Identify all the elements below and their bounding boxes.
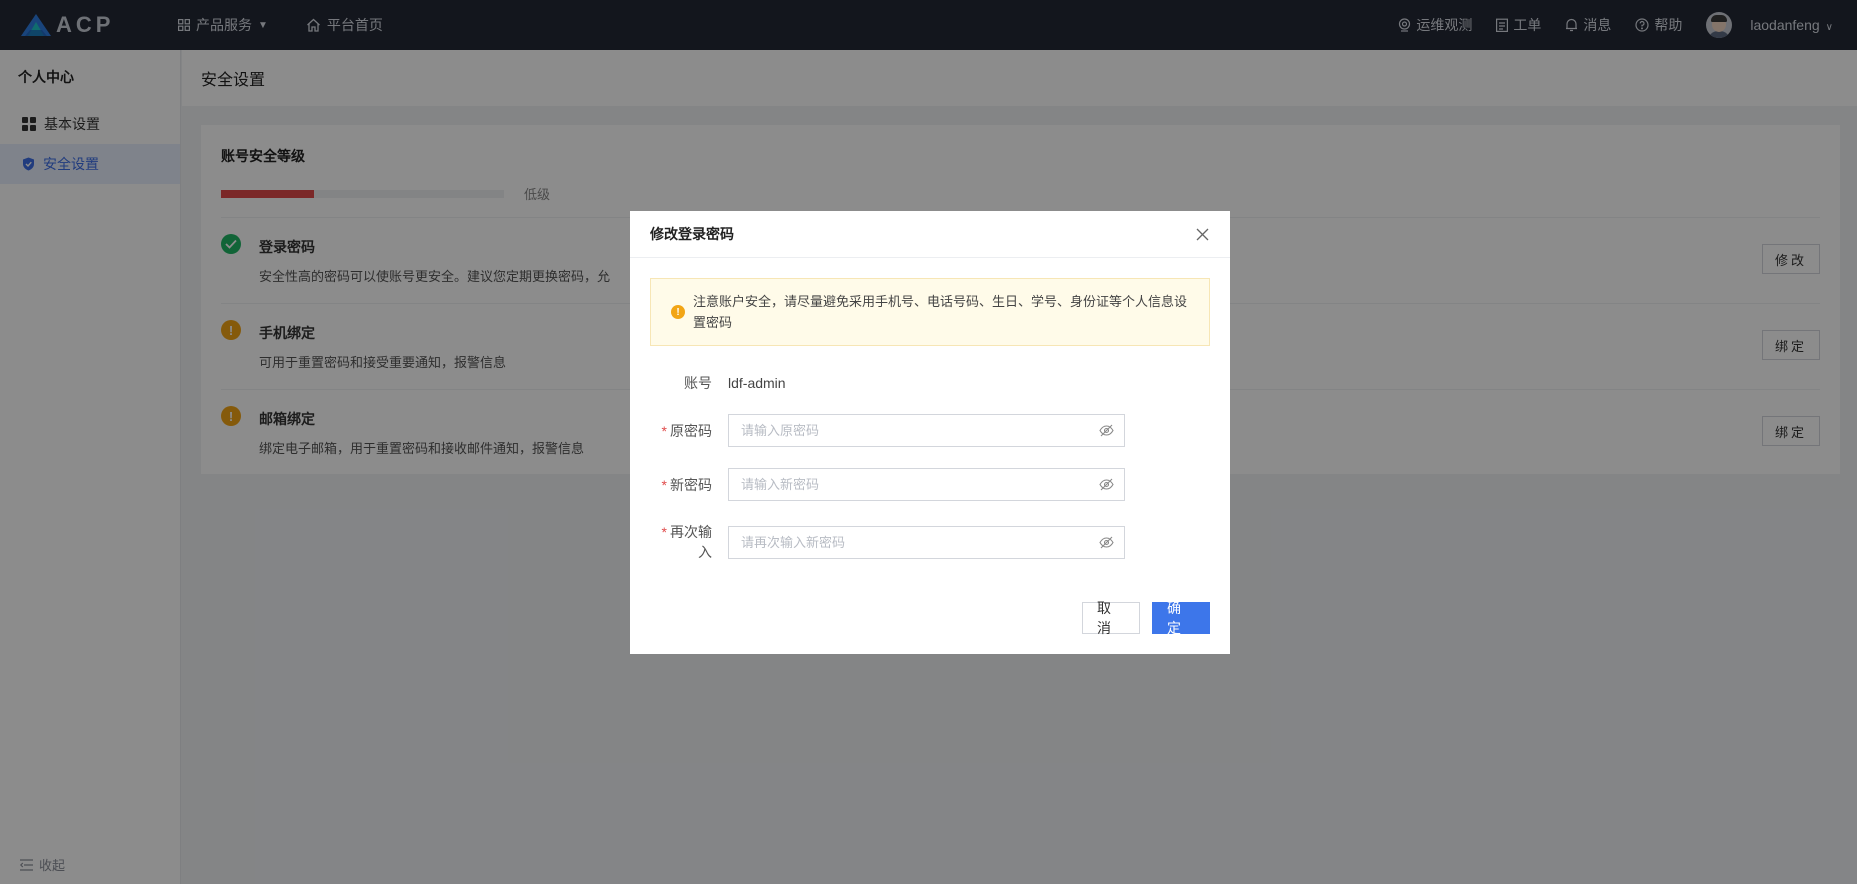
modal-header: 修改登录密码 [630, 211, 1230, 258]
new-password-label-text: 新密码 [670, 476, 712, 493]
new-password-row: * 新密码 [650, 468, 1230, 501]
modal-title: 修改登录密码 [650, 226, 734, 242]
old-password-row: * 原密码 [650, 414, 1230, 447]
eye-hidden-icon[interactable] [1099, 424, 1114, 437]
warning-icon: ! [671, 305, 685, 319]
modal-footer: 取消 确定 [1082, 600, 1210, 636]
old-password-input[interactable] [741, 423, 1081, 438]
confirm-password-label: * 再次输入 [650, 522, 728, 562]
required-mark: * [661, 524, 667, 540]
new-password-input[interactable] [741, 477, 1081, 492]
cancel-button[interactable]: 取消 [1082, 600, 1140, 636]
account-row: 账号 ldf-admin [650, 373, 1230, 393]
eye-hidden-icon[interactable] [1099, 478, 1114, 491]
security-alert: ! 注意账户安全，请尽量避免采用手机号、电话号码、生日、学号、身份证等个人信息设… [650, 278, 1210, 346]
account-value: ldf-admin [728, 375, 786, 391]
required-mark: * [661, 422, 667, 439]
confirm-password-row: * 再次输入 [650, 522, 1230, 562]
close-icon[interactable] [1192, 224, 1212, 244]
account-label: 账号 [684, 375, 712, 391]
confirm-password-field [728, 525, 1125, 559]
confirm-password-label-text: 再次输入 [670, 524, 712, 560]
old-password-label: * 原密码 [650, 421, 728, 441]
new-password-label: * 新密码 [650, 475, 728, 495]
required-mark: * [661, 476, 667, 493]
old-password-label-text: 原密码 [670, 422, 712, 439]
confirm-password-input[interactable] [741, 534, 1081, 550]
old-password-field [728, 414, 1125, 447]
new-password-field [728, 468, 1125, 501]
change-password-modal: 修改登录密码 ! 注意账户安全，请尽量避免采用手机号、电话号码、生日、学号、身份… [630, 211, 1230, 654]
alert-text: 注意账户安全，请尽量避免采用手机号、电话号码、生日、学号、身份证等个人信息设置密… [693, 294, 1188, 330]
confirm-button[interactable]: 确定 [1152, 600, 1210, 636]
eye-hidden-icon[interactable] [1099, 536, 1114, 549]
